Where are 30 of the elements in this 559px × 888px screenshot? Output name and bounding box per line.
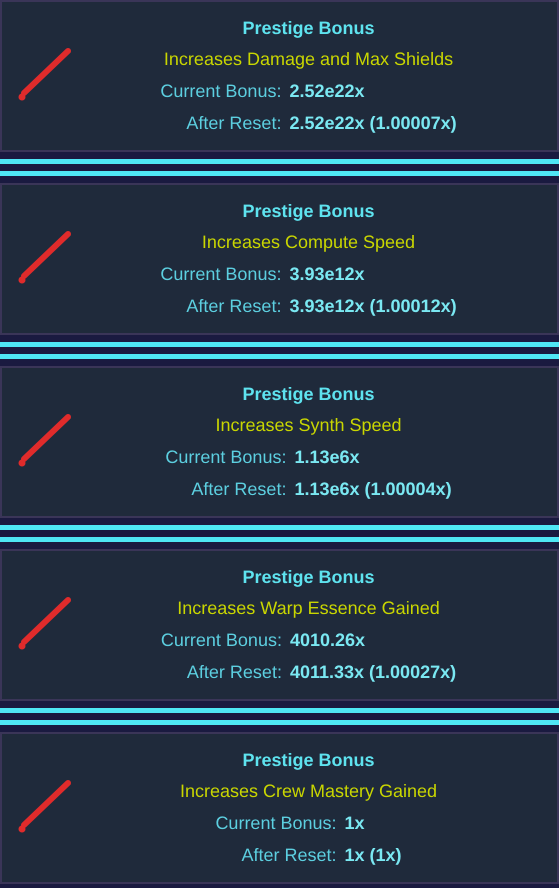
bonus-value: 1.13e6x (1.00004x) — [294, 478, 452, 501]
bonus-description: Increases Warp Essence Gained — [177, 597, 440, 620]
card-title: Prestige Bonus — [242, 17, 375, 40]
card-title: Prestige Bonus — [242, 200, 375, 223]
card-title: Prestige Bonus — [242, 566, 375, 589]
bonus-label: After Reset: — [185, 112, 282, 135]
bonus-value: 4010.26x — [290, 629, 366, 652]
bonus-label: After Reset: — [185, 295, 282, 318]
bonus-description: Increases Synth Speed — [215, 414, 402, 437]
bonus-label: Current Bonus: — [165, 446, 286, 469]
bonus-label: Current Bonus: — [160, 629, 282, 652]
bonus-value: 2.52e22x — [289, 80, 366, 103]
bonus-value: 3.93e12x — [289, 263, 366, 286]
bonus-label: After Reset: — [186, 661, 282, 684]
bonus-label: Current Bonus: — [160, 263, 282, 286]
bonus-value: 4011.33x (1.00027x) — [290, 661, 456, 684]
bonus-value: 2.52e22x (1.00007x) — [289, 112, 457, 135]
bonus-label: Current Bonus: — [160, 80, 282, 103]
bonus-value: 3.93e12x (1.00012x) — [289, 295, 457, 318]
bonus-label: Current Bonus: — [215, 812, 336, 835]
bonus-description: Increases Damage and Max Shields — [164, 48, 454, 71]
bonus-description: Increases Crew Mastery Gained — [180, 780, 438, 803]
bonus-description: Increases Compute Speed — [202, 231, 416, 254]
bonus-value: 1.13e6x — [294, 446, 361, 469]
card-title: Prestige Bonus — [242, 383, 375, 406]
bonus-label: After Reset: — [190, 478, 286, 501]
bonus-label: After Reset: — [240, 844, 336, 867]
card-title: Prestige Bonus — [242, 749, 375, 772]
bonus-value: 1x — [344, 812, 366, 835]
bonus-value: 1x (1x) — [344, 844, 402, 867]
